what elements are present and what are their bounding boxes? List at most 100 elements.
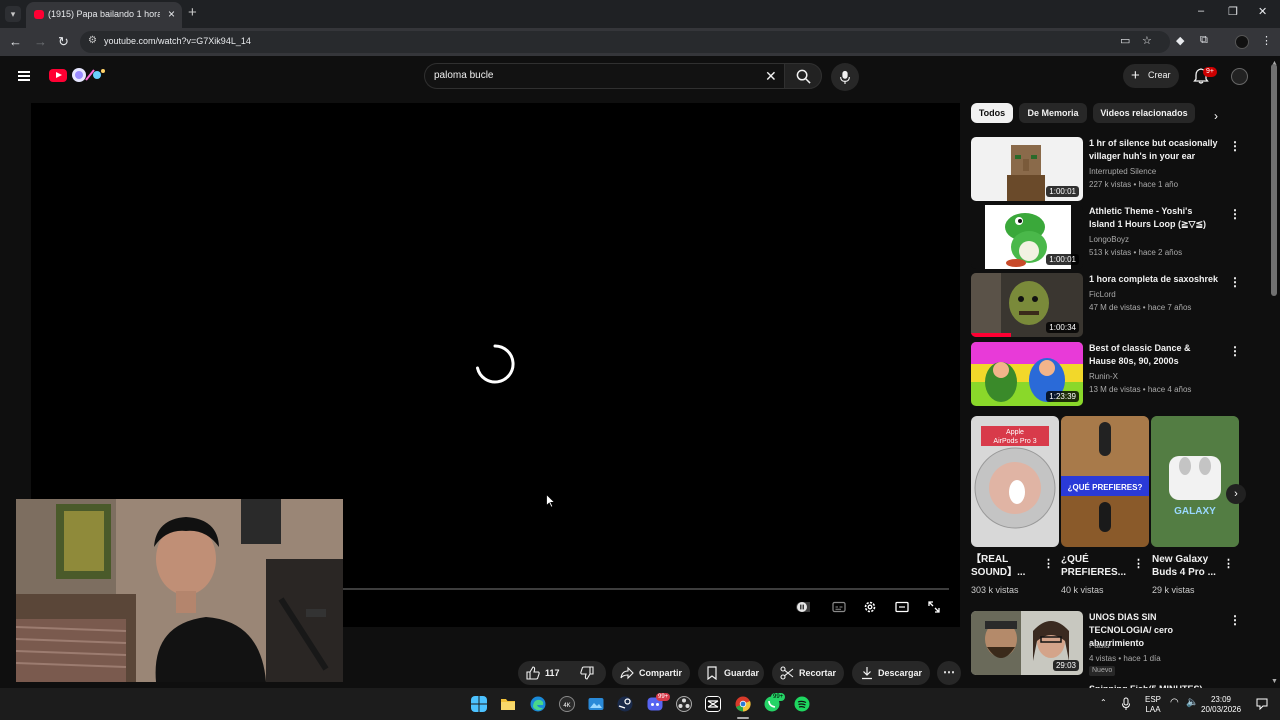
chrome-icon[interactable]: [735, 696, 751, 712]
voice-search-button[interactable]: [831, 63, 859, 91]
volume-icon[interactable]: 🔈: [1186, 698, 1198, 708]
download-button[interactable]: Descargar: [852, 661, 930, 685]
notification-center-icon[interactable]: [1256, 698, 1268, 710]
more-vertical-icon[interactable]: ⋮: [1133, 557, 1144, 570]
chip-de-memoria[interactable]: De Memoria: [1019, 103, 1087, 123]
photos-app-icon[interactable]: [588, 696, 604, 712]
short-title[interactable]: New Galaxy Buds 4 Pro ...: [1152, 553, 1222, 579]
chip-todos[interactable]: Todos: [971, 103, 1013, 123]
short-title[interactable]: 【REAL SOUND】...: [971, 553, 1041, 579]
like-thumbs-up-icon[interactable]: [526, 666, 540, 680]
video-title[interactable]: Athletic Theme - Yoshi's Island 1 Hours …: [1089, 205, 1219, 231]
file-explorer-icon[interactable]: [500, 696, 516, 712]
cast-icon[interactable]: ▭: [1120, 34, 1130, 47]
channel-name[interactable]: Interrupted Silence: [1089, 167, 1156, 176]
more-vertical-icon[interactable]: ⋮: [1229, 344, 1241, 358]
channel-name[interactable]: Runin-X: [1089, 372, 1118, 381]
short-card[interactable]: Apple AirPods Pro 3: [971, 416, 1059, 547]
shorts-next-chevron-icon[interactable]: ›: [1226, 484, 1246, 504]
back-icon[interactable]: ←: [9, 34, 22, 49]
page-scrollbar[interactable]: [1271, 64, 1277, 296]
scroll-down-arrow-icon[interactable]: ▼: [1271, 678, 1278, 685]
more-vertical-icon[interactable]: ⋮: [1229, 613, 1241, 627]
autoplay-toggle[interactable]: [796, 600, 810, 614]
clear-search-icon[interactable]: ✕: [765, 68, 777, 85]
tab-search-icon[interactable]: ▾: [5, 6, 21, 22]
video-title[interactable]: 1 hr of silence but ocasionally villager…: [1089, 137, 1219, 163]
youtube-logo-icon[interactable]: [49, 69, 67, 82]
channel-name[interactable]: Paula: [1089, 641, 1109, 650]
account-avatar[interactable]: [1231, 68, 1248, 85]
new-tab-icon[interactable]: +: [188, 4, 197, 21]
more-vertical-icon[interactable]: ⋮: [1043, 557, 1054, 570]
autoplay-pause-icon: [796, 602, 810, 612]
more-vertical-icon[interactable]: ⋮: [1229, 275, 1241, 289]
short-title[interactable]: ¿QUÉ PREFIERES...: [1061, 553, 1131, 579]
browser-profile-avatar[interactable]: [1235, 35, 1249, 49]
video-thumbnail[interactable]: 1:00:01: [971, 137, 1083, 201]
minimize-window-button[interactable]: –: [1198, 5, 1204, 17]
chips-next-chevron-icon[interactable]: ›: [1214, 109, 1218, 123]
youtube-doodle-icon[interactable]: [70, 66, 106, 84]
more-vertical-icon[interactable]: ⋮: [1223, 557, 1234, 570]
address-bar[interactable]: ⚙ youtube.com/watch?v=G7Xik94L_14: [80, 31, 1170, 53]
edge-browser-icon[interactable]: [530, 696, 546, 712]
save-button[interactable]: Guardar: [698, 661, 764, 685]
more-vertical-icon[interactable]: ⋮: [1229, 139, 1241, 153]
recommendation-item[interactable]: 1:23:39 Best of classic Dance & Hause 80…: [971, 342, 1241, 406]
video-thumbnail[interactable]: 1:00:34: [971, 273, 1083, 337]
recommendation-item[interactable]: 1:00:01 1 hr of silence but ocasionally …: [971, 137, 1241, 201]
like-count[interactable]: 117: [545, 668, 560, 678]
video-title[interactable]: Best of classic Dance & Hause 80s, 90, 2…: [1089, 342, 1219, 368]
short-card[interactable]: GALAXY: [1151, 416, 1239, 547]
settings-button[interactable]: [863, 600, 877, 614]
tray-overflow-chevron-icon[interactable]: ⌃: [1100, 698, 1107, 708]
bookmark-star-icon[interactable]: ☆: [1142, 34, 1152, 47]
obs-studio-icon[interactable]: [676, 696, 692, 712]
progress-bar[interactable]: [341, 588, 949, 590]
browser-tab[interactable]: (1915) Papa bailando 1 hora - YouTube ×: [26, 2, 182, 28]
video-duration: 1:00:01: [1046, 186, 1079, 197]
browser-menu-icon[interactable]: ⋮: [1261, 34, 1272, 47]
clock[interactable]: 23:09 20/03/2026: [1201, 695, 1241, 715]
more-vertical-icon[interactable]: ⋮: [1229, 207, 1241, 221]
recommendation-item[interactable]: 1:00:01 Athletic Theme - Yoshi's Island …: [971, 205, 1241, 269]
video-thumbnail[interactable]: 1:23:39: [971, 342, 1083, 406]
steam-icon[interactable]: [617, 696, 633, 712]
dislike-thumbs-down-icon[interactable]: [580, 666, 594, 680]
chip-videos-relacionados[interactable]: Videos relacionados: [1093, 103, 1195, 123]
extension-diamond-icon[interactable]: ◆: [1176, 34, 1184, 47]
channel-name[interactable]: LongoBoyz: [1089, 235, 1129, 244]
forward-icon[interactable]: →: [34, 34, 47, 49]
capcut-icon[interactable]: [705, 696, 721, 712]
theater-mode-button[interactable]: [895, 600, 909, 614]
close-window-button[interactable]: ✕: [1258, 5, 1267, 18]
extensions-puzzle-icon[interactable]: ⧉: [1200, 34, 1208, 47]
keyboard-language[interactable]: ESP LAA: [1145, 695, 1161, 715]
create-button[interactable]: + Crear: [1123, 64, 1179, 88]
video-thumbnail[interactable]: 29:03: [971, 611, 1083, 675]
video-thumbnail[interactable]: 1:00:01: [971, 205, 1083, 269]
search-button[interactable]: [784, 63, 822, 89]
site-info-icon[interactable]: ⚙: [88, 35, 97, 46]
close-tab-icon[interactable]: ×: [168, 7, 175, 21]
reload-icon[interactable]: ↻: [58, 34, 69, 50]
share-button[interactable]: Compartir: [612, 661, 690, 685]
4k-video-downloader-icon[interactable]: 4K: [559, 696, 575, 712]
short-card[interactable]: ¿QUÉ PREFIERES?: [1061, 416, 1149, 547]
windows-start-icon[interactable]: [471, 696, 487, 712]
more-actions-button[interactable]: ⋯: [937, 661, 961, 685]
tray-microphone-icon[interactable]: [1121, 697, 1131, 711]
subtitles-button[interactable]: [832, 600, 846, 614]
wifi-icon[interactable]: ◠: [1170, 698, 1179, 708]
channel-name[interactable]: FicLord: [1089, 290, 1116, 299]
video-title[interactable]: 1 hora completa de saxoshrek: [1089, 273, 1219, 286]
menu-hamburger-icon[interactable]: [18, 71, 30, 81]
search-input[interactable]: paloma bucle ✕: [424, 63, 786, 89]
fullscreen-button[interactable]: [927, 600, 941, 614]
spotify-icon[interactable]: [794, 696, 810, 712]
recommendation-item[interactable]: 29:03 UNOS DIAS SIN TECNOLOGIA/ cero abu…: [971, 611, 1241, 676]
recommendation-item[interactable]: 1:00:34 1 hora completa de saxoshrek Fic…: [971, 273, 1241, 337]
clip-button[interactable]: Recortar: [772, 661, 844, 685]
maximize-window-button[interactable]: ❐: [1228, 5, 1238, 18]
